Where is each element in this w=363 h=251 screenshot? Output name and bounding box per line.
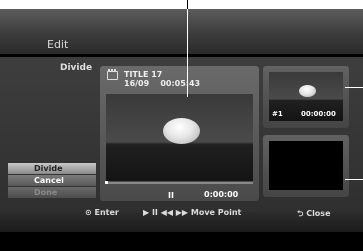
done-button[interactable]: Done: [8, 187, 96, 198]
enter-hint: ⊙ Enter: [85, 208, 119, 217]
divide-button[interactable]: Divide: [8, 163, 96, 174]
progress-bar[interactable]: [105, 181, 253, 184]
playback-time: 0:00:00: [204, 190, 239, 199]
pause-icon: II: [168, 191, 174, 200]
mode-label: Divide: [60, 63, 93, 73]
main-preview-box: TITLE 17 16/09 00:05:43 II 0:00:00: [100, 66, 259, 201]
page-title: Edit: [47, 38, 69, 51]
date-time-label: 16/09 00:05:43: [124, 79, 201, 88]
thumbnail-time: 00:00:00: [301, 110, 336, 118]
thumbnail-image: #1 00:00:00: [269, 72, 343, 121]
callout-line-thumb-1: [345, 87, 363, 88]
egg-image: [163, 118, 200, 144]
callout-line-thumb-2: [345, 179, 363, 180]
egg-image: [299, 85, 316, 97]
callout-line-top: [187, 0, 188, 9]
title-bar: Edit: [0, 9, 363, 54]
progress-marker[interactable]: [105, 181, 108, 184]
callout-line-video: [187, 9, 188, 97]
second-part-thumbnail[interactable]: [263, 135, 349, 197]
thumbnail-number: #1: [272, 110, 283, 118]
move-point-hint: ▶ II ◀◀ ▶▶ Move Point: [143, 208, 242, 217]
empty-thumbnail: [269, 141, 343, 190]
first-part-thumbnail[interactable]: #1 00:00:00: [263, 66, 349, 128]
clip-icon: [107, 69, 118, 80]
action-menu: Divide Cancel Done: [8, 163, 96, 199]
cancel-button[interactable]: Cancel: [8, 175, 96, 186]
video-preview[interactable]: [106, 94, 253, 181]
close-hint: ⮌ Close: [297, 209, 331, 218]
title-label: TITLE 17: [124, 70, 163, 79]
